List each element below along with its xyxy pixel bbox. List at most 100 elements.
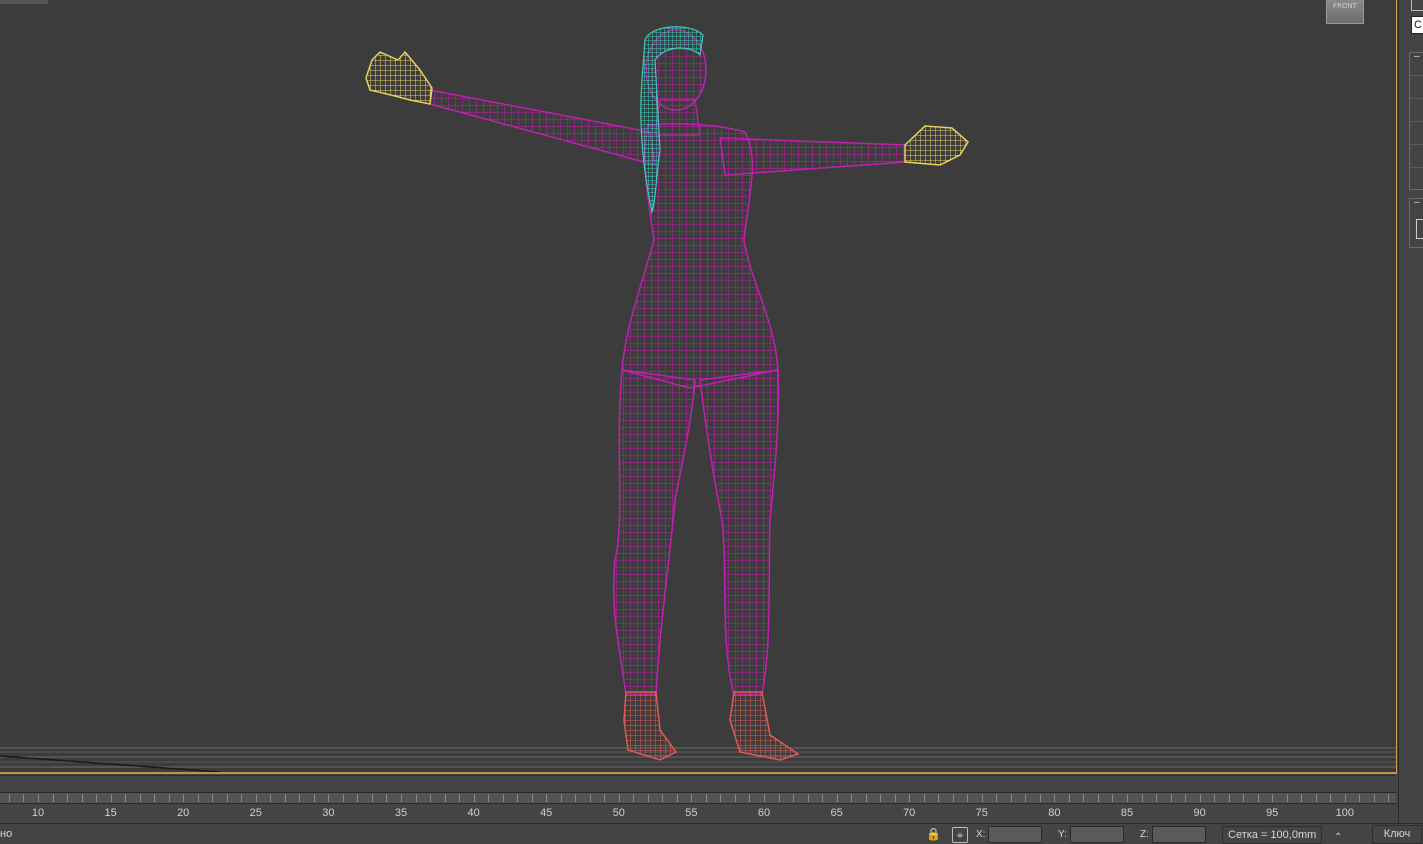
absolute-mode-icon[interactable]: ⌖ [952,827,968,843]
status-bar: но 🔒 ⌖ X: Y: Z: Сетка = 100,0mm ⌃ Ключ [0,823,1423,844]
command-panel-dropdown-value: С [1414,19,1422,31]
key-filter-button[interactable]: Ключ [1372,825,1422,844]
ruler-tick [575,794,577,802]
right-leg-mesh [699,369,780,696]
ruler-tick [1083,794,1085,802]
ruler-tick [197,794,199,802]
ruler-tick [793,794,795,802]
ruler-tick [1315,794,1317,802]
ruler-tick-label: 70 [903,807,916,819]
viewcube-label: FRONT [1333,2,1357,10]
ruler-tick [444,794,446,802]
collapse-icon[interactable]: – [1414,197,1420,208]
selection-lock-icon[interactable]: 🔒 [926,827,941,841]
ruler-tick [865,794,867,802]
ruler-tick [894,794,896,802]
ruler-tick-label: 50 [612,807,625,819]
ruler-band[interactable] [0,792,1396,804]
grid-spacing-display: Сетка = 100,0mm [1222,826,1322,844]
ruler-tick-label: 35 [394,807,408,819]
ruler-tick [531,794,533,802]
ruler-tick [1301,794,1303,802]
ruler-tick-label: 65 [830,807,843,819]
ruler-tick [1243,794,1245,802]
ruler-tick [284,794,286,802]
command-panel-dropdown[interactable]: С [1411,16,1423,34]
ruler-tick [1054,794,1056,802]
key-filter-label: Ключ [1383,828,1411,840]
ruler-tick [110,794,112,802]
ground-plane [0,747,1396,772]
front-viewport[interactable]: FRONT [0,0,1397,774]
ruler-tick [96,794,98,802]
ruler-tick [1199,794,1201,802]
character-model[interactable] [365,26,969,761]
ruler-tick [241,794,243,802]
ruler-tick [720,794,722,802]
ruler-tick [909,794,911,802]
ruler-tick-label: 60 [757,807,771,819]
ruler-tick [386,794,388,802]
left-hand-mesh [365,50,433,105]
ruler-tick-label: 85 [1120,807,1134,819]
ruler-tick [734,794,736,802]
ruler-tick [226,794,228,802]
ruler-tick-label: 25 [249,807,262,819]
ruler-tick [38,794,39,802]
ruler-tick [880,794,882,802]
ruler-tick [154,794,156,802]
right-foot-mesh [729,691,800,761]
z-coordinate-field[interactable] [1152,826,1206,843]
ruler-tick [836,794,838,802]
ruler-tick [1373,794,1375,802]
scene-canvas[interactable] [0,0,1396,772]
command-panel-rollout-1[interactable]: – [1409,51,1423,190]
viewcube[interactable]: FRONT [1326,0,1364,24]
ruler-tick [415,794,417,802]
ruler-tick [168,794,170,802]
y-coordinate-field[interactable] [1070,826,1124,843]
ruler-tick [560,794,562,802]
ruler-tick [342,794,344,802]
command-panel-tab[interactable] [1411,0,1423,11]
chevron-up-icon[interactable]: ⌃ [1334,832,1342,843]
x-coordinate-field[interactable] [988,826,1042,843]
x-label: X: [976,829,986,840]
ruler-tick [357,794,359,802]
ruler-tick [618,794,620,802]
ruler-tick [1359,794,1361,802]
ruler-tick [459,794,461,802]
ruler-tick [1228,794,1230,802]
ruler-tick [749,794,751,802]
right-hand-mesh [904,125,969,166]
ruler-tick [676,794,678,802]
ruler-tick [125,794,127,802]
ruler-tick-label: 55 [685,807,698,819]
ruler-tick [546,794,548,802]
ruler-tick [633,794,635,802]
ruler-tick [8,794,10,802]
time-slider-ruler[interactable]: 10 15 20 25 30 35 40 45 50 55 60 65 70 75 80 85 90 95 100 [0,775,1396,824]
left-arm-mesh [429,89,656,167]
collapse-icon[interactable]: – [1414,51,1420,62]
command-panel[interactable]: С – – [1398,0,1423,843]
ruler-tick-label: 90 [1193,807,1206,819]
ruler-tick [270,794,272,802]
command-panel-rollout-2[interactable]: – [1409,197,1423,248]
ruler-tick [923,794,925,802]
ruler-tick [502,794,504,802]
ruler-tick [255,794,257,802]
ruler-tick [981,794,983,802]
ruler-tick [1330,794,1332,802]
ruler-tick [807,794,809,802]
ruler-tick [604,794,606,802]
ruler-tick [313,794,315,802]
ruler-tick-label: 100 [1335,807,1354,819]
ruler-tick [822,794,824,802]
left-foot-mesh [623,691,678,761]
command-panel-button[interactable] [1416,219,1423,239]
ruler-tick [1257,794,1259,802]
status-prompt-text: но [0,828,13,840]
ruler-tick-label: 30 [322,807,335,819]
y-label: Y: [1058,829,1067,840]
